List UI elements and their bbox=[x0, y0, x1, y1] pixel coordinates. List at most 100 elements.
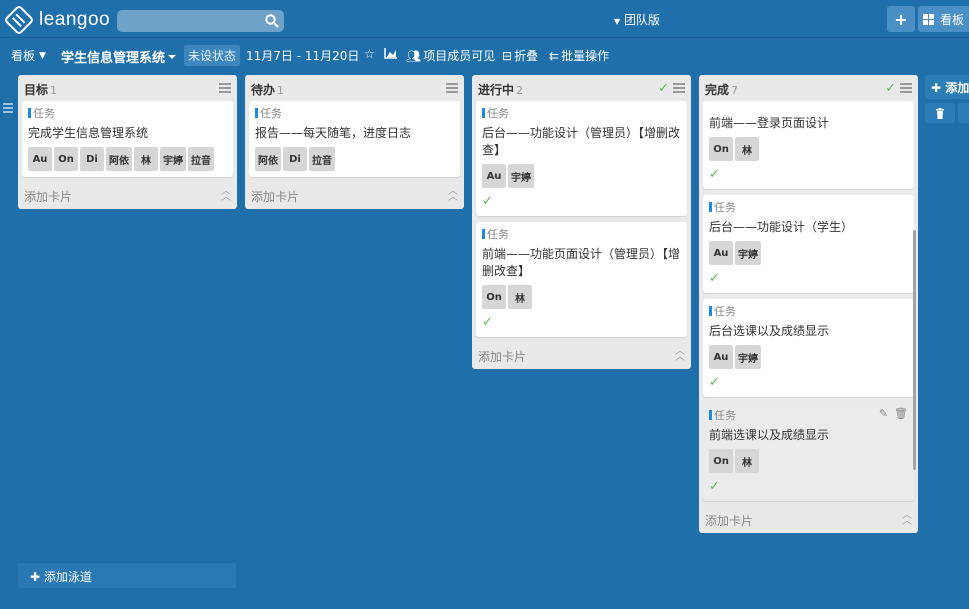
list-count: 2 bbox=[516, 84, 524, 97]
add-button[interactable]: + bbox=[887, 6, 915, 32]
member-avatar[interactable]: Au bbox=[28, 147, 52, 171]
logo[interactable]: leangoo bbox=[3, 4, 111, 36]
list-header[interactable]: 待办 1 bbox=[245, 75, 464, 101]
list-goal: 目标 1 任务 完成学生信息管理系统 Au On Di 阿依 林 宇婷 拉音 添加… bbox=[18, 75, 237, 209]
check-icon: ✓ bbox=[658, 81, 669, 96]
members-visible-button[interactable]: 👥︎ 项目成员可见 bbox=[406, 47, 495, 64]
card-members: On 林 bbox=[482, 285, 681, 309]
done-check-icon: ✓ bbox=[709, 167, 720, 182]
list-name: 待办 bbox=[251, 83, 276, 97]
member-avatar[interactable]: 林 bbox=[508, 285, 532, 309]
card-members: Au 宇婷 bbox=[709, 345, 908, 369]
board-button[interactable]: 看板 bbox=[918, 6, 969, 32]
search-input[interactable] bbox=[117, 10, 284, 32]
member-avatar[interactable]: Di bbox=[283, 147, 307, 171]
project-title[interactable]: 学生信息管理系统 bbox=[61, 47, 177, 66]
chevron-down-icon: ▼ bbox=[39, 50, 46, 61]
member-avatar[interactable]: 拉音 bbox=[188, 147, 214, 171]
collapse-icon[interactable]: ︿ ︿ bbox=[221, 187, 231, 203]
date-range[interactable]: 11月7日 - 11月20日 bbox=[246, 47, 359, 64]
list-scrollbar[interactable] bbox=[913, 230, 916, 470]
card[interactable]: 任务 完成学生信息管理系统 Au On Di 阿依 林 宇婷 拉音 bbox=[22, 101, 233, 177]
add-lane-label: 添加泳道 bbox=[43, 570, 92, 584]
member-avatar[interactable]: 宇婷 bbox=[160, 147, 186, 171]
card[interactable]: 任务 报告——每天随笔，进度日志 阿依 Di 拉音 bbox=[249, 101, 460, 177]
list-name: 完成 bbox=[705, 83, 730, 97]
member-avatar[interactable]: 拉音 bbox=[309, 147, 335, 171]
card[interactable]: 任务 后台选课以及成绩显示 Au 宇婷 ✓ bbox=[703, 299, 914, 397]
card-type: 任务 bbox=[482, 105, 681, 121]
edit-icon[interactable]: ✎ bbox=[879, 407, 888, 420]
menu-icon[interactable] bbox=[446, 83, 458, 95]
add-card-button[interactable]: 添加卡片 ︿ ︿ bbox=[699, 507, 918, 533]
menu-icon[interactable] bbox=[219, 83, 231, 95]
member-avatar[interactable]: Au bbox=[709, 345, 733, 369]
member-avatar[interactable]: 阿依 bbox=[255, 147, 281, 171]
add-card-button[interactable]: 添加卡片 ︿ ︿ bbox=[472, 343, 691, 369]
card[interactable]: 任务 前端——功能页面设计（管理员）【增删改查】 On 林 ✓ bbox=[476, 222, 687, 337]
member-avatar[interactable]: Di bbox=[80, 147, 104, 171]
chart-icon[interactable] bbox=[384, 47, 398, 59]
list-done: 完成 7 ✓ 前端——登录页面设计 On 林 ✓ 任务 后台——功能设计（学生） … bbox=[699, 75, 918, 533]
card-members: Au On Di 阿依 林 宇婷 拉音 bbox=[28, 147, 227, 171]
card-members: On 林 bbox=[709, 449, 908, 473]
card-title: 完成学生信息管理系统 bbox=[28, 126, 149, 140]
done-check-icon: ✓ bbox=[709, 479, 720, 494]
search-icon[interactable] bbox=[264, 13, 280, 29]
card[interactable]: 前端——登录页面设计 On 林 ✓ bbox=[703, 101, 914, 189]
grid-icon bbox=[923, 13, 934, 25]
member-avatar[interactable]: 林 bbox=[735, 137, 759, 161]
card[interactable]: ✎ 🗑︎ 任务 前端选课以及成绩显示 On 林 ✓ bbox=[703, 403, 914, 501]
member-avatar[interactable]: On bbox=[709, 137, 733, 161]
card-members: Au 宇婷 bbox=[482, 164, 681, 188]
card-type: 任务 bbox=[709, 303, 908, 319]
collapse-icon[interactable]: ︿ ︿ bbox=[675, 347, 685, 363]
logo-icon bbox=[3, 4, 35, 36]
collapse-icon[interactable]: ︿ ︿ bbox=[902, 511, 912, 527]
fold-button[interactable]: ⊟ 折叠 bbox=[502, 47, 538, 64]
member-avatar[interactable]: On bbox=[482, 285, 506, 309]
card-members: Au 宇婷 bbox=[709, 241, 908, 265]
edition-selector[interactable]: ▼ 团队版 bbox=[614, 11, 660, 28]
card-type: 任务 bbox=[28, 105, 227, 121]
lane-handle-icon[interactable] bbox=[3, 103, 13, 115]
logo-text: leangoo bbox=[39, 9, 111, 30]
more-button[interactable] bbox=[958, 103, 969, 123]
batch-label: 批量操作 bbox=[561, 49, 610, 63]
list-header[interactable]: 完成 7 ✓ bbox=[699, 75, 918, 101]
list-header[interactable]: 进行中 2 ✓ bbox=[472, 75, 691, 101]
member-avatar[interactable]: On bbox=[54, 147, 78, 171]
plus-icon: ✚ bbox=[931, 81, 942, 95]
board-menu[interactable]: 看板 ▼ bbox=[11, 47, 46, 64]
card-title: 后台选课以及成绩显示 bbox=[709, 324, 830, 338]
menu-icon[interactable] bbox=[673, 83, 685, 95]
status-badge[interactable]: 未设状态 bbox=[184, 45, 241, 66]
card[interactable]: 任务 后台——功能设计（学生） Au 宇婷 ✓ bbox=[703, 195, 914, 293]
member-avatar[interactable]: 宇婷 bbox=[735, 241, 761, 265]
add-card-button[interactable]: 添加卡片 ︿ ︿ bbox=[18, 183, 237, 209]
card-members: On 林 bbox=[709, 137, 908, 161]
card[interactable]: 任务 后台——功能设计（管理员）【增删改查】 Au 宇婷 ✓ bbox=[476, 101, 687, 216]
fold-label: 折叠 bbox=[514, 49, 539, 63]
member-avatar[interactable]: 林 bbox=[735, 449, 759, 473]
collapse-icon[interactable]: ︿ ︿ bbox=[448, 187, 458, 203]
member-avatar[interactable]: 宇婷 bbox=[735, 345, 761, 369]
trash-button[interactable] bbox=[925, 103, 955, 123]
list-header[interactable]: 目标 1 bbox=[18, 75, 237, 101]
member-avatar[interactable]: 宇婷 bbox=[508, 164, 534, 188]
add-card-button[interactable]: 添加卡片 ︿ ︿ bbox=[245, 183, 464, 209]
add-list-button[interactable]: ✚ 添加 bbox=[925, 75, 969, 99]
trash-icon[interactable]: 🗑︎ bbox=[894, 407, 908, 420]
batch-button[interactable]: ⇇ 批量操作 bbox=[549, 47, 609, 64]
member-avatar[interactable]: 阿依 bbox=[106, 147, 132, 171]
member-avatar[interactable]: On bbox=[709, 449, 733, 473]
add-card-label: 添加卡片 bbox=[24, 190, 73, 204]
star-icon[interactable]: ☆ bbox=[364, 47, 375, 61]
card-actions: ✎ 🗑︎ bbox=[879, 407, 908, 420]
card-title: 前端——登录页面设计 bbox=[709, 116, 830, 130]
member-avatar[interactable]: Au bbox=[482, 164, 506, 188]
add-lane-button[interactable]: ✚ 添加泳道 bbox=[18, 563, 236, 588]
menu-icon[interactable] bbox=[900, 83, 912, 95]
member-avatar[interactable]: 林 bbox=[134, 147, 158, 171]
member-avatar[interactable]: Au bbox=[709, 241, 733, 265]
